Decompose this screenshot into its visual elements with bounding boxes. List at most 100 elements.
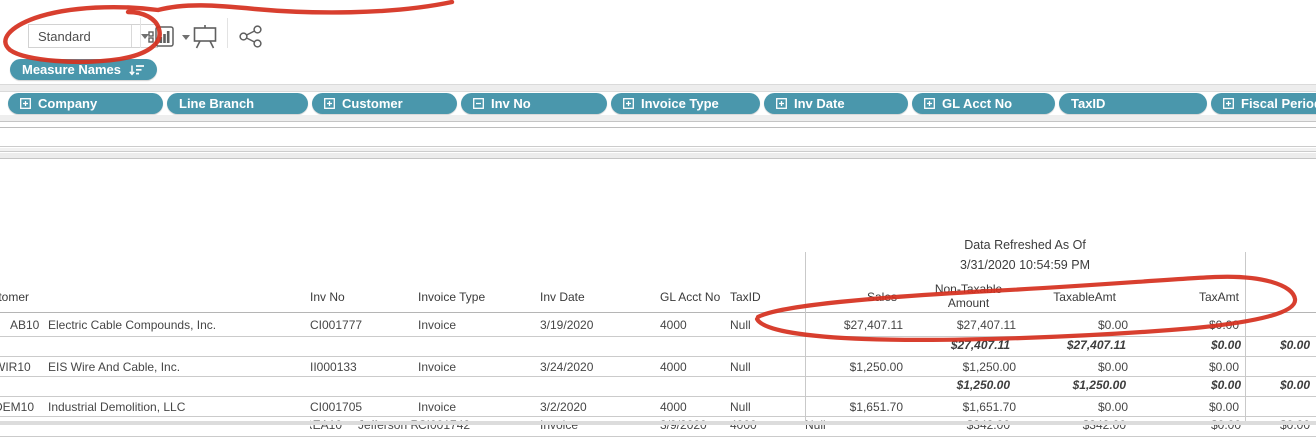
subtotal-row: $27,407.11 $27,407.11 $0.00 $0.00 (0, 337, 1316, 357)
pill-taxid[interactable]: TaxID (1059, 93, 1207, 114)
cell-taxableamt: $0.00 (1022, 360, 1132, 374)
collapse-icon[interactable] (473, 98, 484, 109)
cell-sales-subtotal: $27,407.11 (915, 338, 1022, 352)
viewport-bottom-edge (0, 421, 1316, 425)
cell-sales: $1,651.70 (805, 400, 915, 414)
cell-taxamt: $0.00 (1132, 400, 1245, 414)
cell-non-taxable-subtotal: $27,407.11 (1022, 338, 1132, 352)
show-me-icon (148, 24, 178, 50)
share-button[interactable] (238, 24, 264, 50)
pane-divider (1245, 252, 1246, 425)
presentation-mode-icon (192, 24, 218, 50)
pill-label: Line Branch (179, 96, 254, 111)
shelf-divider (0, 153, 1316, 159)
cell-gl-acct-no: 4000 (660, 318, 730, 332)
measure-names-pill[interactable]: Measure Names (10, 59, 157, 80)
pill-inv-no[interactable]: Inv No (461, 93, 607, 114)
cell-non-taxable-subtotal: $1,250.00 (1022, 378, 1132, 392)
cell-taxableamt-subtotal: $0.00 (1132, 338, 1245, 352)
expand-icon[interactable] (20, 98, 31, 109)
cell-sales-subtotal: $1,250.00 (915, 378, 1022, 392)
column-header-inv-no: Inv No (310, 290, 418, 304)
cell-taxamt-subtotal: $0.00 (1245, 378, 1316, 392)
table-header-row: Customer Inv No Invoice Type Inv Date GL… (0, 282, 1316, 313)
fit-mode-dropdown[interactable]: Standard (28, 24, 158, 48)
pill-company[interactable]: Company (8, 93, 163, 114)
cell-non-taxable: $27,407.11 (915, 318, 1022, 332)
expand-icon[interactable] (1223, 98, 1234, 109)
cell-invoice-type: Invoice (418, 400, 540, 414)
cell-customer: DEM10Industrial Demolition, LLC (0, 400, 310, 414)
column-header-non-taxable: Non-Taxable Amount (915, 283, 1022, 311)
cell-customer: WIR10EIS Wire And Cable, Inc. (0, 360, 310, 374)
pill-inv-date[interactable]: Inv Date (764, 93, 908, 114)
expand-icon[interactable] (623, 98, 634, 109)
cell-non-taxable: $1,250.00 (915, 360, 1022, 374)
cell-gl-acct-no: 4000 (660, 360, 730, 374)
pill-label: GL Acct No (942, 96, 1012, 111)
sort-descending-icon (129, 63, 145, 77)
shelf-divider (0, 146, 1316, 147)
pill-gl-acct-no[interactable]: GL Acct No (912, 93, 1055, 114)
pill-customer[interactable]: Customer (312, 93, 457, 114)
cell-taxid: Null (730, 400, 805, 414)
column-header-sales: Sales (805, 290, 915, 304)
toolbar-divider (227, 18, 228, 48)
cell-invoice-type: Invoice (418, 360, 540, 374)
shelf-divider (0, 127, 1316, 128)
fit-mode-value: Standard (29, 29, 131, 44)
shelf-divider (0, 115, 1316, 122)
cell-taxamt-subtotal: $0.00 (1245, 338, 1316, 352)
column-header-taxamt: TaxAmt (1132, 290, 1245, 304)
cell-inv-date: 3/24/2020 (540, 360, 660, 374)
pill-line-branch[interactable]: Line Branch (167, 93, 308, 114)
table-row: AB10Electric Cable Compounds, Inc. CI001… (0, 313, 1316, 337)
pill-invoice-type[interactable]: Invoice Type (611, 93, 760, 114)
pill-label: Inv No (491, 96, 531, 111)
cell-inv-no: CI001705 (310, 400, 418, 414)
pill-label: Fiscal Period (1241, 96, 1316, 111)
cell-inv-no: II000133 (310, 360, 418, 374)
shelf-divider (0, 148, 1316, 152)
pill-label: Invoice Type (641, 96, 719, 111)
table-row: DEM10Industrial Demolition, LLC CI001705… (0, 397, 1316, 417)
table-row: REA10Jefferson Realty LLC CI001742 Invoi… (0, 417, 1316, 437)
toolbar-divider (140, 18, 141, 48)
cell-invoice-type: Invoice (418, 318, 540, 332)
cell-customer: AB10Electric Cable Compounds, Inc. (0, 318, 310, 332)
data-refreshed-note: Data Refreshed As Of (805, 238, 1245, 252)
cell-gl-acct-no: 4000 (660, 400, 730, 414)
cell-taxableamt: $0.00 (1022, 400, 1132, 414)
pill-fiscal-period[interactable]: Fiscal Period (1211, 93, 1316, 114)
column-header-customer: Customer (0, 290, 310, 304)
column-header-invoice-type: Invoice Type (418, 290, 540, 304)
pill-label: Company (38, 96, 97, 111)
cell-sales: $27,407.11 (805, 318, 915, 332)
measure-names-label: Measure Names (22, 62, 121, 77)
data-refreshed-timestamp: 3/31/2020 10:54:59 PM (805, 258, 1245, 272)
cell-taxamt: $0.00 (1132, 318, 1245, 332)
pane-divider (805, 252, 806, 425)
pill-label: TaxID (1071, 96, 1105, 111)
table-row: WIR10EIS Wire And Cable, Inc. II000133 I… (0, 357, 1316, 377)
column-header-gl-acct-no: GL Acct No (660, 290, 730, 304)
app-canvas: { "toolbar": { "view_mode": "Standard", … (0, 0, 1316, 425)
cell-non-taxable: $1,651.70 (915, 400, 1022, 414)
cell-inv-date: 3/19/2020 (540, 318, 660, 332)
cell-taxid: Null (730, 360, 805, 374)
cell-taxableamt: $0.00 (1022, 318, 1132, 332)
crosstab-table: Customer Inv No Invoice Type Inv Date GL… (0, 282, 1316, 437)
expand-icon[interactable] (776, 98, 787, 109)
expand-icon[interactable] (324, 98, 335, 109)
presentation-mode-button[interactable] (192, 24, 218, 50)
cell-taxamt: $0.00 (1132, 360, 1245, 374)
show-me-button[interactable] (148, 24, 190, 50)
expand-icon[interactable] (924, 98, 935, 109)
column-header-inv-date: Inv Date (540, 290, 660, 304)
pill-label: Inv Date (794, 96, 845, 111)
column-header-taxid: TaxID (730, 290, 805, 304)
subtotal-row: $1,250.00 $1,250.00 $0.00 $0.00 (0, 377, 1316, 397)
cell-taxid: Null (730, 318, 805, 332)
pill-label: Customer (342, 96, 403, 111)
cell-taxableamt-subtotal: $0.00 (1132, 378, 1245, 392)
